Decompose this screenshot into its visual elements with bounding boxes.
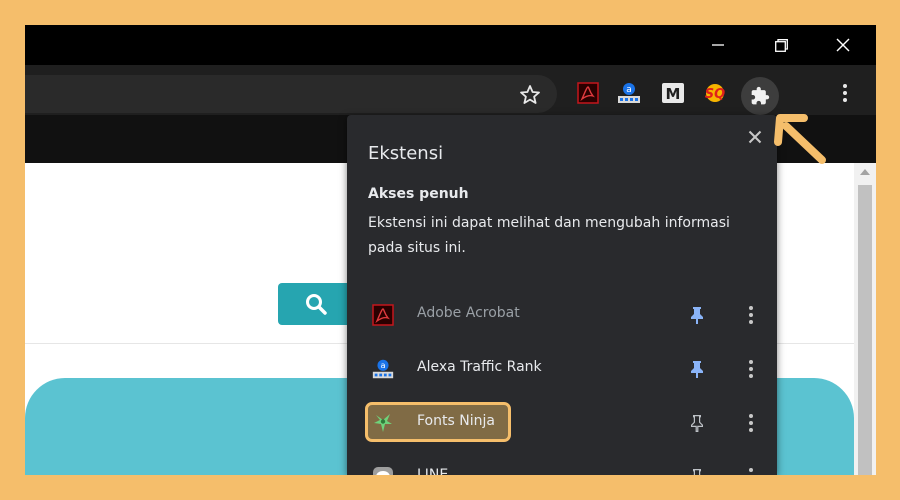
extension-row-alexa-traffic-rank[interactable]: a Alexa Traffic Rank [347,342,777,396]
extension-name: Alexa Traffic Rank [417,359,542,375]
extension-name: LINE [417,467,449,475]
sq-extension-toolbar-button[interactable]: SQ [701,79,729,107]
close-window-button[interactable] [820,25,866,65]
puzzle-icon [751,86,770,105]
minimize-icon [712,44,724,46]
alexa-toolbar-button[interactable]: a [615,79,643,107]
title-bar [25,25,876,65]
svg-text:a: a [380,360,385,370]
restore-icon [774,38,788,52]
line-icon [371,465,395,475]
pin-outline-icon [691,415,703,432]
pin-outline-icon [693,469,701,475]
adobe-acrobat-toolbar-button[interactable] [574,79,602,107]
restore-button[interactable] [758,25,804,65]
more-options-button[interactable] [739,465,763,475]
minimize-button[interactable] [695,25,741,65]
search-button[interactable] [278,283,354,325]
svg-text:a: a [626,85,632,95]
sq-extension-icon: SQ [705,84,725,102]
m-extension-toolbar-button[interactable]: M [659,79,687,107]
adobe-acrobat-icon [371,303,395,327]
section-description: Ekstensi ini dapat melihat dan mengubah … [368,215,730,256]
popup-title: Ekstensi [368,143,444,164]
browser-frame: a M SQ Ekstensi Akses penuh Ekstensi ini… [25,25,876,475]
star-icon [520,85,540,104]
menu-icon[interactable] [833,79,857,107]
browser-toolbar: a M SQ [25,65,876,115]
extension-name: Fonts Ninja [417,413,495,429]
bookmark-star-button[interactable] [518,83,542,107]
search-icon [306,294,327,315]
pin-button[interactable] [685,357,709,381]
more-options-button[interactable] [739,411,763,435]
pin-button[interactable] [685,411,709,435]
extensions-popup: Ekstensi Akses penuh Ekstensi ini dapat … [347,115,777,475]
fonts-ninja-icon [371,411,395,435]
address-bar[interactable] [25,75,557,113]
adobe-acrobat-icon [577,82,599,104]
pin-icon [691,361,703,378]
annotation-arrow-icon [774,114,826,164]
close-icon [748,130,762,144]
alexa-icon: a [371,357,395,381]
alexa-icon: a [618,83,640,103]
scroll-thumb[interactable] [858,185,872,475]
pin-icon [691,307,703,324]
close-icon [836,38,850,52]
m-extension-icon: M [662,83,684,103]
more-options-button[interactable] [739,303,763,327]
extension-row-line[interactable]: LINE [347,450,777,475]
scroll-up-arrow-icon[interactable] [860,169,870,175]
popup-close-button[interactable] [743,125,767,149]
extension-row-fonts-ninja[interactable]: Fonts Ninja [347,396,777,450]
section-title: Akses penuh [368,186,469,202]
extension-name: Adobe Acrobat [417,305,520,321]
svg-text:M: M [666,85,681,103]
page-scrollbar[interactable] [854,163,876,475]
extension-row-adobe-acrobat[interactable]: Adobe Acrobat [347,288,777,342]
svg-text:SQ: SQ [705,87,725,102]
pin-button[interactable] [685,465,709,475]
more-options-button[interactable] [739,357,763,381]
pin-button[interactable] [685,303,709,327]
